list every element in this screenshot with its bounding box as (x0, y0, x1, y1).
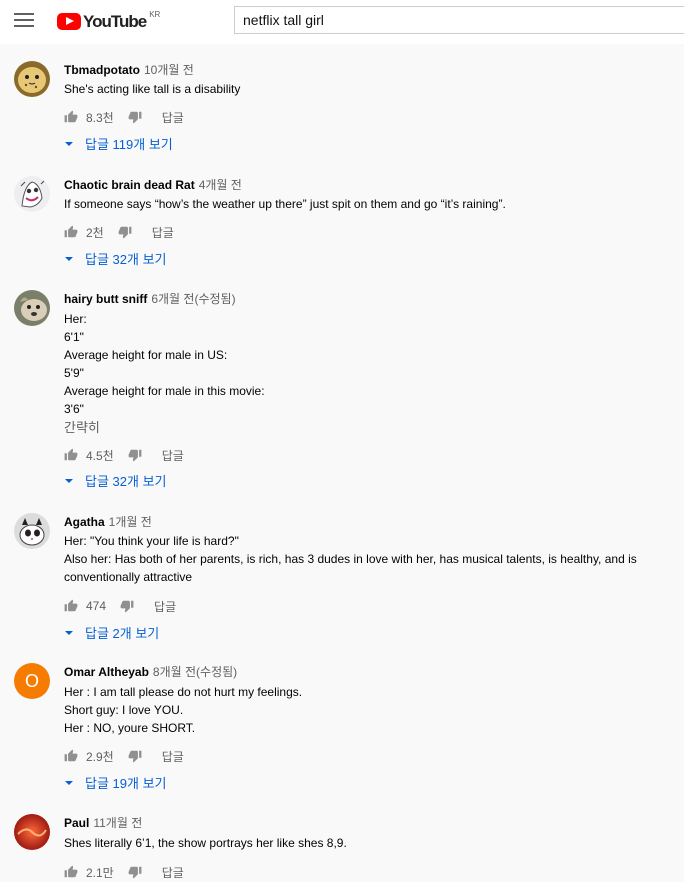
chevron-down-icon (65, 478, 73, 483)
youtube-play-icon (57, 13, 81, 30)
avatar[interactable]: O (14, 663, 50, 699)
chevron-down-icon (65, 141, 73, 146)
like-icon[interactable] (64, 110, 78, 124)
comment-actions: 2.1만 답글 (64, 862, 184, 882)
comment-time[interactable]: 8개월 전(수정됨) (153, 665, 237, 679)
dislike-icon[interactable] (128, 448, 142, 462)
region-code: KR (149, 10, 161, 19)
like-count: 2.9천 (86, 749, 114, 764)
masthead: YouTube KR netflix tall girl (0, 0, 684, 44)
comment-actions: 2.9천 답글 (64, 746, 184, 766)
comment-actions: 8.3천 답글 (64, 107, 184, 127)
comment-author[interactable]: Chaotic brain dead Rat (64, 178, 195, 192)
like-count: 2.1만 (86, 865, 114, 880)
like-count: 2천 (86, 225, 104, 240)
view-replies-button[interactable]: 답글 119개 보기 (64, 134, 173, 153)
comment-author[interactable]: hairy butt sniff (64, 292, 147, 306)
menu-icon[interactable] (14, 13, 34, 31)
comment-time[interactable]: 1개월 전 (109, 515, 152, 529)
like-count: 4.5천 (86, 448, 114, 463)
comment-actions: 2천 답글 (64, 222, 174, 242)
reply-button[interactable]: 답글 (162, 864, 184, 881)
view-replies-label: 답글 32개 보기 (85, 474, 167, 489)
view-replies-button[interactable]: 답글 2개 보기 (64, 623, 159, 642)
view-replies-button[interactable]: 답글 19개 보기 (64, 773, 166, 792)
comment-time[interactable]: 6개월 전(수정됨) (151, 292, 235, 306)
search-input[interactable]: netflix tall girl (234, 6, 684, 34)
chevron-down-icon (65, 780, 73, 785)
dislike-icon[interactable] (128, 749, 142, 763)
dislike-icon[interactable] (118, 225, 132, 239)
avatar[interactable] (14, 176, 50, 212)
chevron-down-icon (65, 630, 73, 635)
logo-text: YouTube (83, 12, 147, 31)
avatar[interactable] (14, 61, 50, 97)
like-icon[interactable] (64, 225, 78, 239)
like-icon[interactable] (64, 749, 78, 763)
view-replies-label: 답글 119개 보기 (85, 137, 173, 152)
like-icon[interactable] (64, 865, 78, 879)
avatar[interactable] (14, 814, 50, 850)
avatar-letter: O (24, 670, 39, 691)
like-count: 8.3천 (86, 110, 114, 125)
view-replies-button[interactable]: 답글 32개 보기 (64, 471, 166, 490)
comment-author[interactable]: Agatha (64, 515, 105, 529)
view-replies-label: 답글 32개 보기 (85, 252, 167, 267)
comment-actions: 4.5천 답글 (64, 445, 184, 465)
reply-button[interactable]: 답글 (162, 447, 184, 464)
view-replies-button[interactable]: 답글 32개 보기 (64, 249, 166, 268)
comment-author[interactable]: Paul (64, 816, 89, 830)
comment-text: Her: "You think your life is hard?" Also… (64, 534, 637, 584)
comment-text: If someone says “how’s the weather up th… (64, 197, 506, 211)
comment-time[interactable]: 4개월 전 (199, 178, 242, 192)
comment-author[interactable]: Omar Altheyab (64, 665, 149, 679)
show-less-button[interactable]: 간략히 (64, 419, 664, 437)
comment-actions: 474 답글 (64, 596, 176, 616)
comment-text: She's acting like tall is a disability (64, 82, 241, 96)
like-icon[interactable] (64, 448, 78, 462)
avatar[interactable] (14, 290, 50, 326)
reply-button[interactable]: 답글 (152, 224, 174, 241)
dislike-icon[interactable] (128, 865, 142, 879)
reply-button[interactable]: 답글 (154, 598, 176, 615)
youtube-logo[interactable]: YouTube KR (57, 10, 160, 34)
comment-author[interactable]: Tbmadpotato (64, 63, 140, 77)
view-replies-label: 답글 19개 보기 (85, 776, 167, 791)
chevron-down-icon (65, 256, 73, 261)
comment-time[interactable]: 10개월 전 (144, 63, 194, 77)
dislike-icon[interactable] (120, 599, 134, 613)
reply-button[interactable]: 답글 (162, 109, 184, 126)
comment-text: Her : I am tall please do not hurt my fe… (64, 685, 303, 735)
like-count: 474 (86, 599, 107, 613)
comment-text: Shes literally 6’1, the show portrays he… (64, 836, 347, 850)
reply-button[interactable]: 답글 (162, 748, 184, 765)
comment-text: Her: 6'1" Average height for male in US:… (64, 312, 265, 416)
dislike-icon[interactable] (128, 110, 142, 124)
view-replies-label: 답글 2개 보기 (85, 626, 160, 641)
comment-time[interactable]: 11개월 전 (93, 816, 142, 830)
like-icon[interactable] (64, 599, 78, 613)
avatar[interactable] (14, 513, 50, 549)
